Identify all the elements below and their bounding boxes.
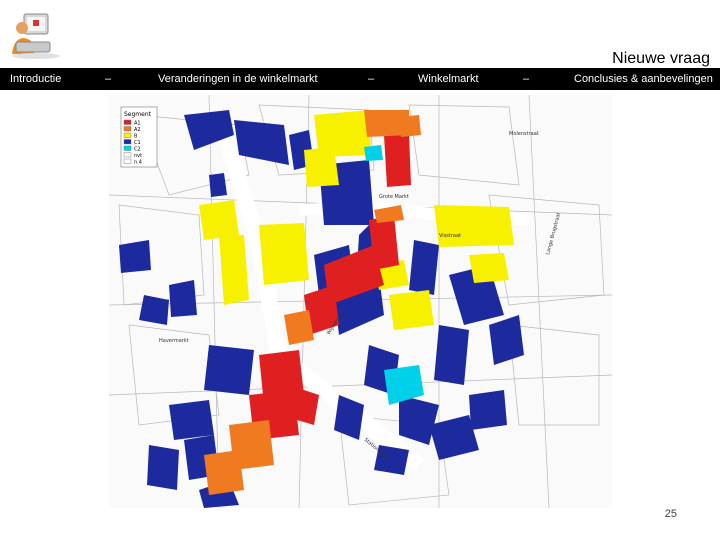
section-nav: Introductie – Veranderingen in de winkel… bbox=[0, 68, 720, 90]
page-title: Nieuwe vraag bbox=[612, 50, 710, 67]
legend-swatch bbox=[123, 139, 132, 145]
street-label: Havermarkt bbox=[159, 338, 189, 344]
legend-label: C2 bbox=[134, 146, 141, 152]
legend-swatch bbox=[123, 119, 132, 125]
nav-item-winkelmarkt[interactable]: Winkelmarkt bbox=[418, 73, 479, 85]
legend-label: A1 bbox=[134, 120, 141, 126]
retail-segment-map: Segment A1 A2 B C1 C2 nvt n.4 Grote Markt Wijn… bbox=[108, 94, 613, 509]
legend-swatch bbox=[123, 145, 132, 151]
nav-separator: – bbox=[105, 73, 112, 85]
nav-separator: – bbox=[523, 73, 530, 85]
nav-item-introductie[interactable]: Introductie bbox=[10, 73, 61, 85]
legend-title: Segment bbox=[124, 111, 152, 118]
street-label: Molenstraat bbox=[509, 131, 539, 137]
legend-swatch bbox=[123, 158, 132, 164]
legend-label: nvt bbox=[134, 153, 142, 159]
legend-swatch bbox=[123, 132, 132, 138]
page-number: 25 bbox=[664, 508, 677, 520]
legend-label: C1 bbox=[134, 140, 141, 146]
nav-item-veranderingen[interactable]: Veranderingen in de winkelmarkt bbox=[158, 73, 318, 85]
street-label: Grote Markt bbox=[379, 194, 409, 200]
street-label: Visstraat bbox=[439, 233, 461, 239]
presenter-logo bbox=[6, 10, 64, 60]
map-legend: Segment A1A2BC1C2nvtn.4 bbox=[120, 106, 158, 168]
nav-separator: – bbox=[368, 73, 375, 85]
legend-swatch bbox=[123, 126, 132, 132]
legend-label: A2 bbox=[134, 127, 141, 133]
nav-item-conclusies[interactable]: Conclusies & aanbevelingen bbox=[574, 73, 713, 85]
legend-swatch bbox=[123, 152, 132, 158]
legend-label: B bbox=[134, 133, 138, 139]
legend-label: n.4 bbox=[134, 159, 142, 165]
